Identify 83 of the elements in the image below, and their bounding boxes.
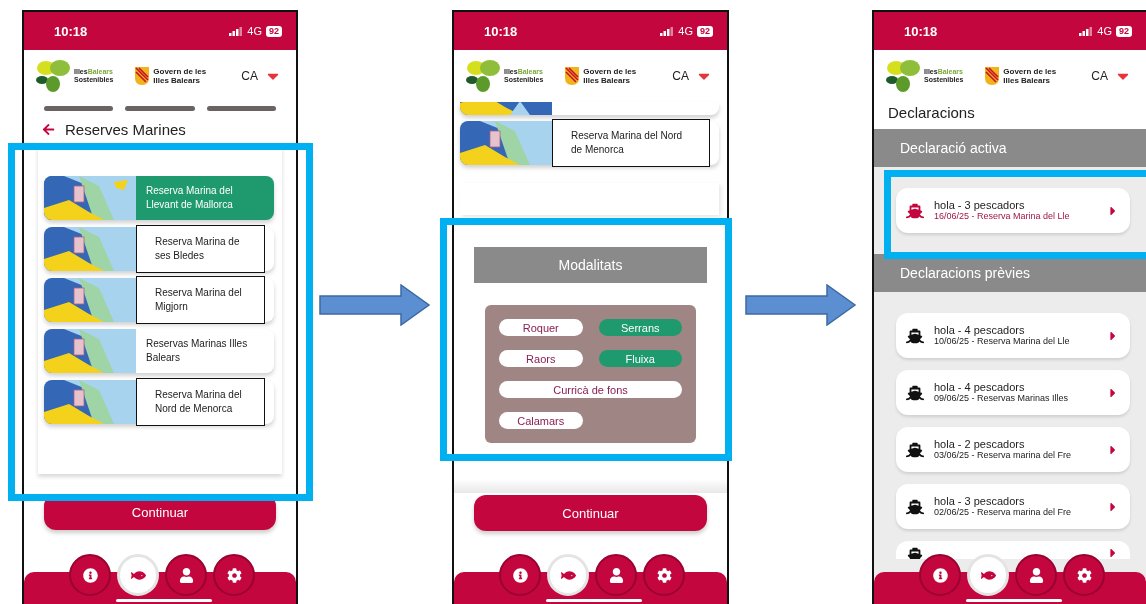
declaration-card[interactable]: hola - 3 pescadors 16/06/25 - Reserva Marina del Lle — [896, 188, 1130, 233]
section-header: Modalitats — [474, 247, 707, 283]
government-name: Govern de les Illes Balears — [583, 67, 637, 85]
ship-icon — [906, 546, 924, 559]
modality-chip[interactable]: Serrans — [598, 319, 682, 336]
clover-logo-icon — [36, 59, 70, 93]
declaration-subtitle: 03/06/25 - Reserva marina del Fre — [934, 450, 1073, 461]
declaration-card[interactable] — [896, 541, 1130, 559]
signal-icon — [660, 26, 675, 36]
declaration-card[interactable]: hola - 2 pescadors 03/06/25 - Reserva marina del Fre — [896, 427, 1130, 472]
coat-of-arms-icon — [135, 67, 150, 85]
reserve-name: Reserva Marina del Migjorn — [136, 276, 265, 324]
declaration-title: hola - 4 pescadors — [934, 381, 1026, 393]
declaration-title: hola - 3 pescadors — [934, 495, 1026, 507]
declaration-subtitle: 02/06/25 - Reserva marina del Fre — [934, 507, 1073, 518]
network-label: 4G — [678, 25, 693, 37]
status-time: 10:18 — [904, 23, 939, 39]
reserve-card[interactable]: Reserva Marina del Nord de Menorca — [44, 380, 274, 424]
modality-chip[interactable]: Raors — [499, 350, 583, 367]
reserve-name: Reserva Marina del Nord de Menorca — [136, 378, 265, 426]
arrow-icon — [319, 284, 431, 326]
reserve-name: Reservas Marinas Illes Balears — [145, 337, 249, 365]
nav-button[interactable] — [213, 554, 255, 596]
reserve-name: Reserva Marina del Nord de Menorca — [552, 119, 710, 167]
declaration-title: hola - 3 pescadors — [934, 199, 1026, 211]
status-time: 10:18 — [54, 23, 89, 39]
language-selector[interactable]: CA — [1091, 69, 1108, 83]
continue-button[interactable]: Continuar — [474, 495, 707, 531]
reserve-name: Reserva Marina del Llevant de Mallorca — [145, 184, 234, 212]
modality-chip[interactable]: Roquer — [499, 319, 583, 336]
info-icon — [82, 567, 98, 583]
nav-button[interactable] — [643, 554, 685, 596]
declaration-card[interactable]: hola - 3 pescadors 02/06/25 - Reserva marina del Fre — [896, 484, 1130, 529]
signal-icon — [1079, 26, 1094, 36]
clover-logo-icon — [466, 59, 500, 93]
user-icon — [178, 567, 194, 583]
battery-level: 92 — [697, 25, 713, 37]
reserve-name: Reserva Marina de ses Bledes — [136, 225, 265, 273]
reserve-card[interactable]: Reservas Marinas Illes Balears — [44, 329, 274, 373]
section-header: Declaració activa — [874, 129, 1146, 167]
reserve-card[interactable] — [460, 102, 719, 115]
back-arrow-icon[interactable] — [42, 123, 55, 136]
declaration-title: hola - 2 pescadors — [934, 438, 1026, 450]
settings-icon — [656, 567, 672, 583]
info-icon — [932, 567, 948, 583]
screen-title: Declaracions — [887, 103, 976, 123]
declaration-subtitle: 16/06/25 - Reserva Marina del Lle — [934, 211, 1071, 222]
settings-icon — [226, 567, 242, 583]
coat-of-arms-icon — [985, 67, 1000, 85]
government-name: Govern de les Illes Balears — [153, 67, 207, 85]
clover-logo-icon — [886, 59, 920, 93]
battery-level: 92 — [266, 25, 282, 37]
info-icon — [512, 567, 528, 583]
modality-chip[interactable]: Calamars — [499, 412, 583, 429]
language-selector[interactable]: CA — [241, 69, 258, 83]
nav-button[interactable] — [69, 554, 111, 596]
language-selector[interactable]: CA — [672, 69, 689, 83]
nav-button[interactable] — [595, 554, 637, 596]
declaration-title: hola - 4 pescadors — [934, 324, 1026, 336]
battery-level: 92 — [1116, 25, 1132, 37]
declaration-subtitle: 09/06/25 - Reservas Marinas Illes — [934, 393, 1070, 404]
coat-of-arms-icon — [565, 67, 580, 85]
reserve-card[interactable]: Reserva Marina del Nord de Menorca — [460, 121, 719, 165]
modality-chip[interactable]: Fluixa — [598, 350, 682, 367]
user-icon — [608, 567, 624, 583]
declaration-card[interactable]: hola - 4 pescadors 09/06/25 - Reservas Marinas Illes — [896, 370, 1130, 415]
network-label: 4G — [247, 25, 262, 37]
declaration-card[interactable]: hola - 4 pescadors 10/06/25 - Reserva Marina del Lle — [896, 313, 1130, 358]
reserve-card[interactable]: Reserva Marina de ses Bledes — [44, 227, 274, 271]
signal-icon — [229, 26, 244, 36]
declaration-subtitle: 10/06/25 - Reserva Marina del Lle — [934, 336, 1071, 347]
user-icon — [1028, 567, 1044, 583]
modality-chip[interactable]: Curricà de fons — [499, 381, 682, 398]
settings-icon — [1076, 567, 1092, 583]
government-name: Govern de les Illes Balears — [1003, 67, 1057, 85]
nav-button[interactable] — [165, 554, 207, 596]
arrow-icon — [744, 284, 857, 326]
nav-button[interactable] — [499, 554, 541, 596]
network-label: 4G — [1097, 25, 1112, 37]
status-time: 10:18 — [484, 23, 519, 39]
reserve-card[interactable]: Reserva Marina del Llevant de Mallorca — [44, 176, 274, 220]
reserve-card[interactable]: Reserva Marina del Migjorn — [44, 278, 274, 322]
screen-title: Reserves Marines — [65, 121, 186, 138]
